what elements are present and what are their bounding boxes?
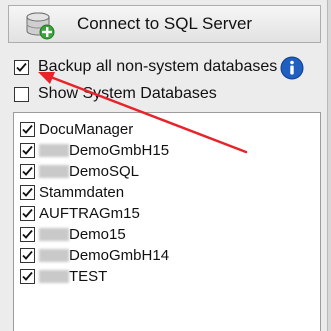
show-system-checkbox-box[interactable] (14, 86, 29, 102)
redacted-prefix (39, 164, 69, 178)
database-name: AUFTRAGm15 (39, 204, 140, 222)
database-list-item[interactable]: DemoGmbH15 (20, 140, 169, 160)
database-list-item[interactable]: DemoSQL (20, 161, 139, 181)
database-checkbox[interactable] (20, 142, 35, 158)
checkmark-icon (22, 145, 33, 155)
database-name: DocuManager (39, 120, 134, 138)
database-checkbox[interactable] (20, 268, 35, 284)
checkmark-icon (22, 187, 33, 197)
connect-button-label: Connect to SQL Server (76, 14, 253, 33)
database-list-item[interactable]: Demo15 (20, 224, 126, 244)
window-edge (327, 0, 331, 331)
redacted-prefix (39, 143, 69, 157)
show-system-databases-checkbox[interactable]: Show System Databases (14, 85, 217, 103)
checkmark-icon (22, 166, 33, 176)
checkmark-icon (22, 271, 33, 281)
redacted-prefix (39, 269, 69, 283)
database-name: Stammdaten (39, 183, 125, 201)
database-checkbox[interactable] (20, 205, 35, 221)
database-name: DemoGmbH15 (69, 141, 170, 159)
connect-to-sql-server-button[interactable]: Connect to SQL Server (8, 5, 321, 43)
database-checkbox[interactable] (20, 121, 35, 137)
database-list[interactable]: DocuManager DemoGmbH15 DemoSQL Stammdaten AU… (13, 112, 321, 331)
database-list-item[interactable]: AUFTRAGm15 (20, 203, 140, 223)
database-checkbox[interactable] (20, 163, 35, 179)
database-checkbox[interactable] (20, 247, 35, 263)
checkmark-icon (22, 208, 33, 218)
database-checkbox[interactable] (20, 184, 35, 200)
backup-all-label: Backup all non-system databases (38, 58, 278, 75)
database-name: DemoGmbH14 (69, 246, 170, 264)
database-list-item[interactable]: DemoGmbH14 (20, 245, 169, 265)
database-list-item[interactable]: Stammdaten (20, 182, 124, 202)
database-checkbox[interactable] (20, 226, 35, 242)
database-name: TEST (69, 267, 108, 285)
database-list-item[interactable]: TEST (20, 266, 107, 286)
database-name: Demo15 (69, 225, 126, 243)
info-icon[interactable] (280, 56, 304, 80)
redacted-prefix (39, 248, 69, 262)
database-add-icon (26, 12, 55, 40)
checkmark-icon (16, 62, 27, 72)
redacted-prefix (39, 227, 69, 241)
backup-all-checkbox-box[interactable] (14, 59, 29, 75)
database-name: DemoSQL (69, 162, 140, 180)
database-list-item[interactable]: DocuManager (20, 119, 133, 139)
checkmark-icon (22, 250, 33, 260)
checkmark-icon (22, 229, 33, 239)
checkmark-icon (22, 124, 33, 134)
show-system-label: Show System Databases (38, 85, 217, 102)
backup-all-checkbox[interactable]: Backup all non-system databases (14, 58, 277, 76)
